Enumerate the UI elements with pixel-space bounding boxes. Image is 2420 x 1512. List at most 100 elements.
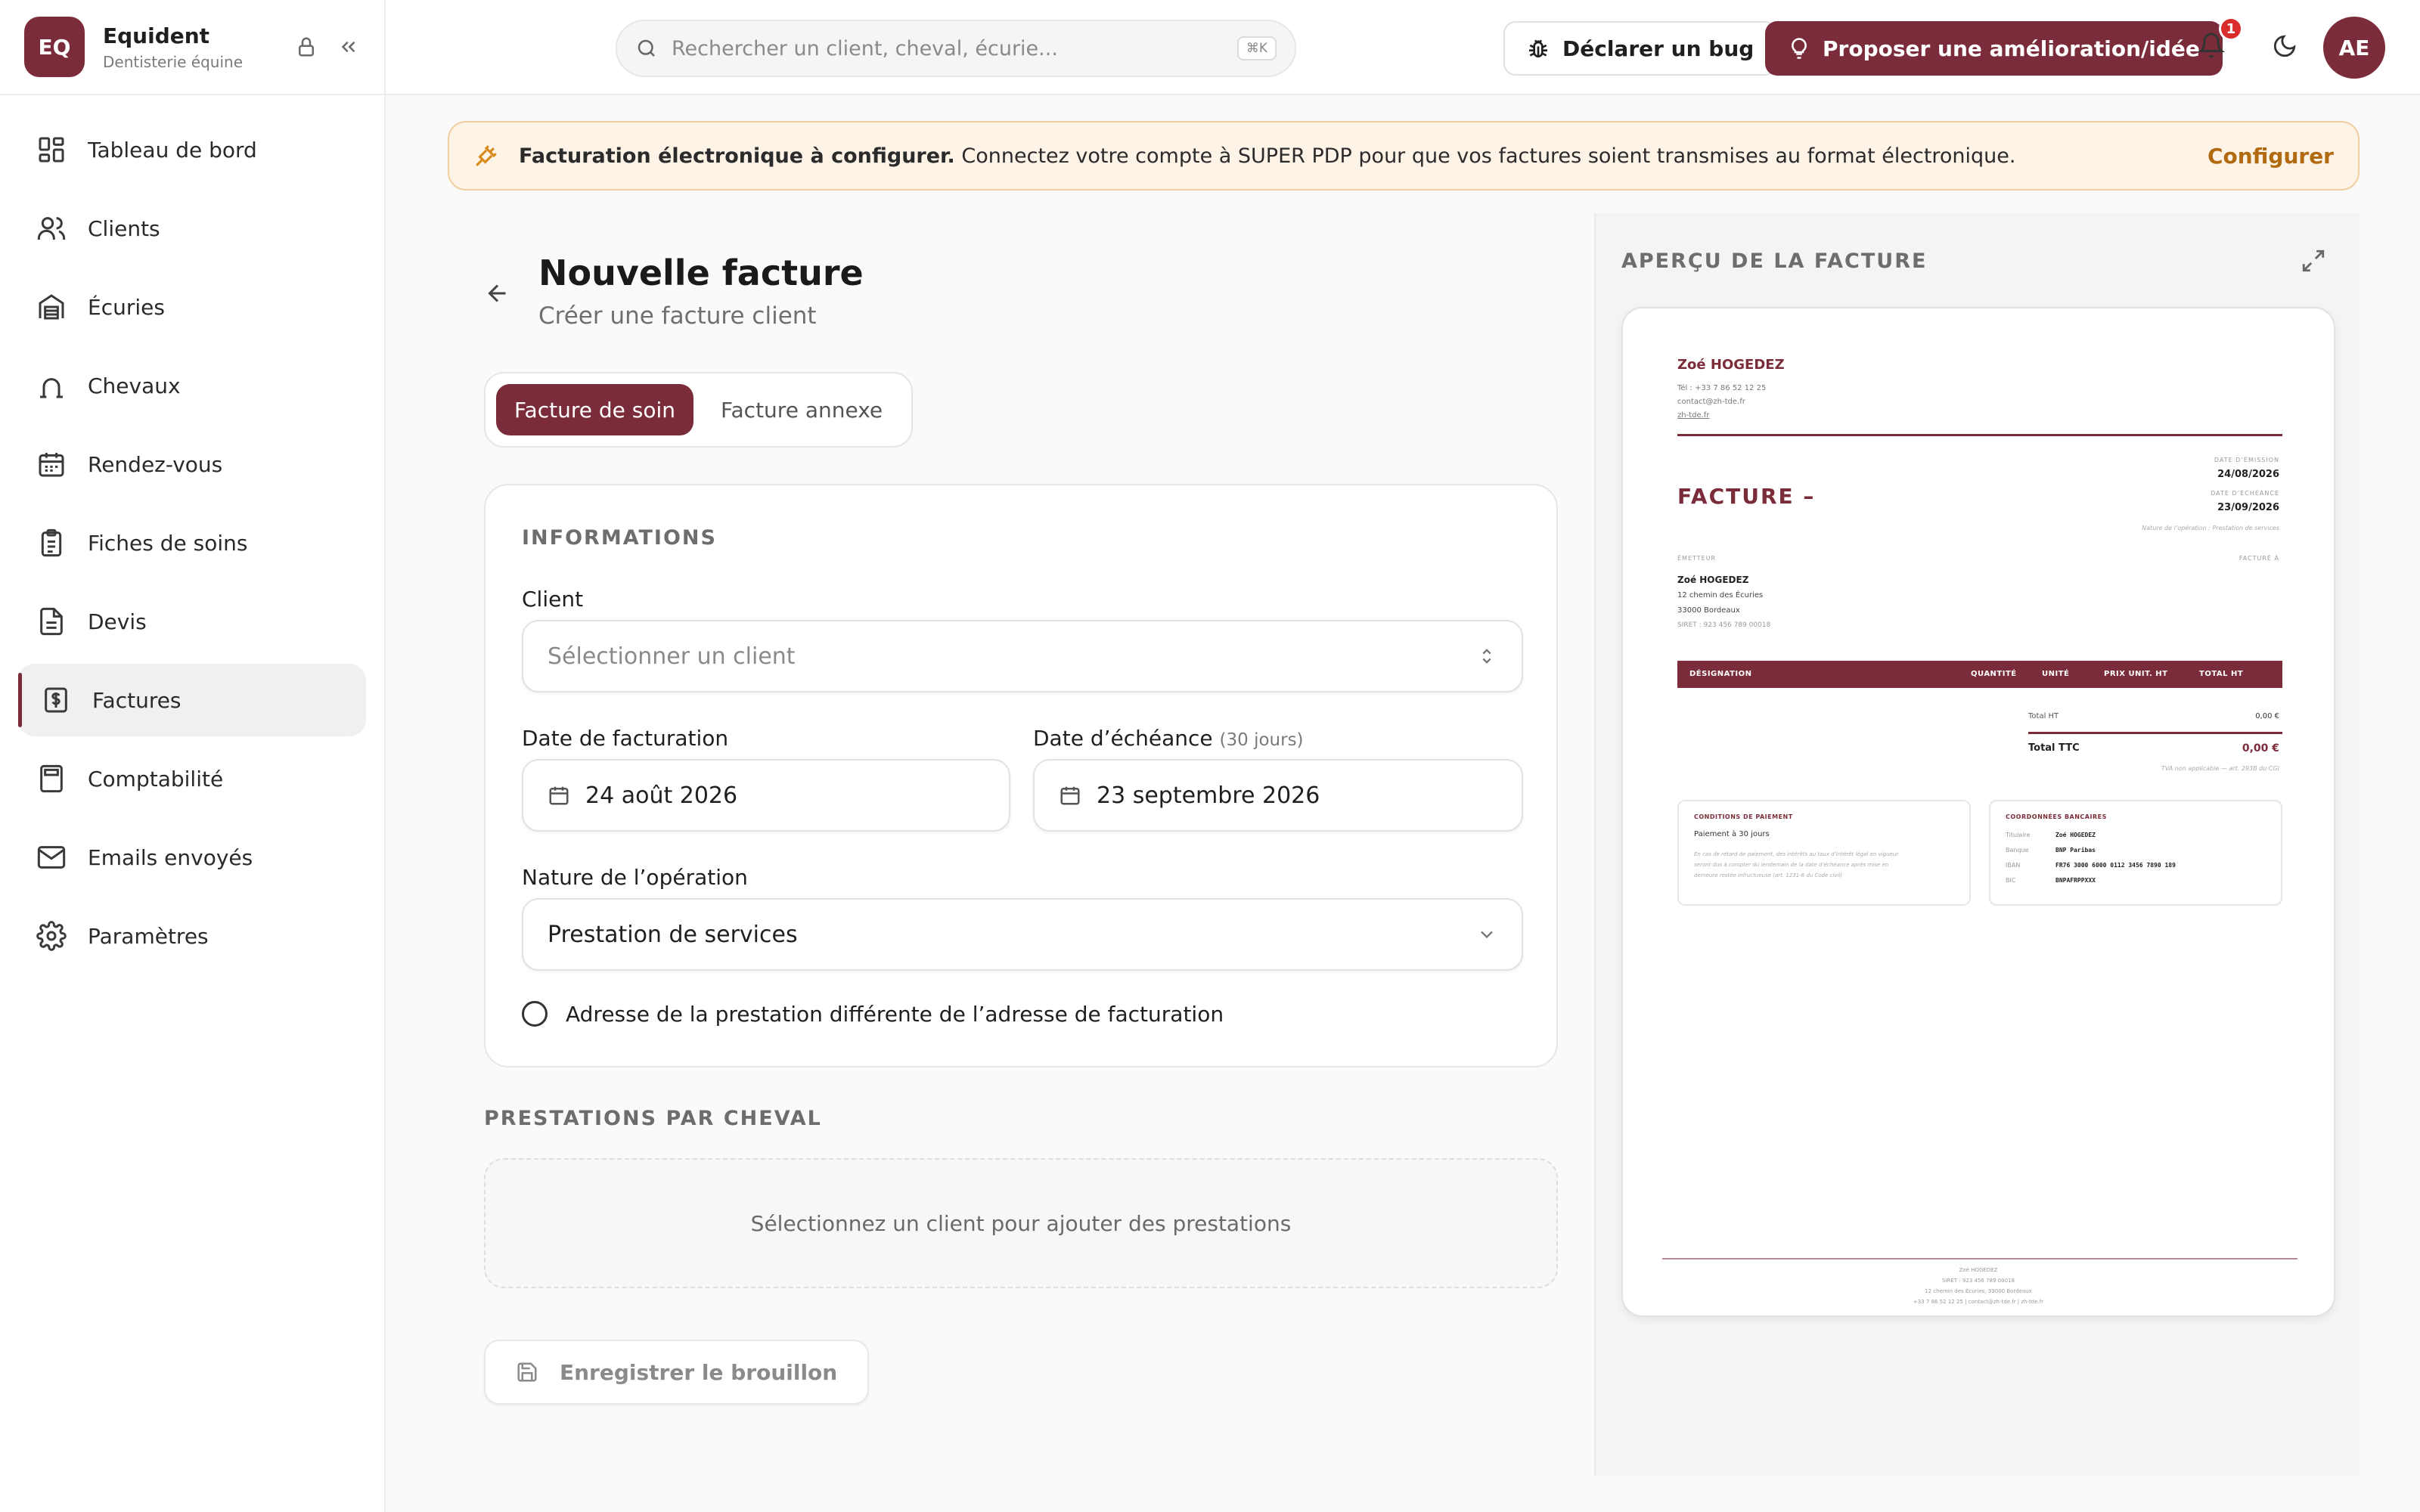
operation-nature-select[interactable]: Prestation de services [522, 898, 1523, 971]
doc-emitter-street: 12 chemin des Écuries [1677, 591, 1764, 600]
doc-col-total: TOTAL HT [2199, 670, 2244, 678]
brand-name: Equident [103, 23, 210, 48]
calculator-icon [40, 764, 63, 793]
bug-icon [1529, 39, 1547, 57]
doc-col-quantity: QUANTITÉ [1971, 670, 2017, 678]
back-arrow-icon[interactable] [484, 280, 511, 307]
doc-billed-to-label: FACTURÉ À [2238, 555, 2279, 562]
tab-annex-invoice[interactable]: Facture annexe [703, 384, 901, 435]
doc-heading-suffix: – [1803, 484, 1816, 509]
sidebar-item-label: Rendez-vous [88, 451, 223, 477]
sidebar-item-horses[interactable]: Chevaux [18, 349, 366, 422]
invoice-date-picker[interactable]: 24 août 2026 [522, 759, 1010, 832]
page-title: Nouvelle facture [538, 253, 864, 293]
sidebar-item-dashboard[interactable]: Tableau de bord [18, 113, 366, 186]
configure-link[interactable]: Configurer [2207, 144, 2334, 169]
doc-due-date: 23/09/2026 [2217, 502, 2279, 513]
lightbulb-icon [1792, 38, 1807, 59]
calendar-icon [1060, 786, 1080, 805]
banner-title: Facturation électronique à configurer. [519, 144, 955, 168]
banner-text: Facturation électronique à configurer. C… [519, 144, 2207, 168]
sidebar-item-appointments[interactable]: Rendez-vous [18, 428, 366, 500]
due-date-label: Date d’échéance (30 jours) [1033, 726, 1304, 751]
doc-issuer-phone: Tél : +33 7 86 52 12 25 [1677, 384, 1767, 392]
save-draft-button[interactable]: Enregistrer le brouillon [484, 1340, 870, 1405]
doc-due-date-label: DATE D’ÉCHÉANCE [2211, 490, 2279, 497]
different-address-option[interactable]: Adresse de la prestation différente de l… [522, 1001, 1224, 1027]
invoice-icon [45, 687, 67, 713]
search-shortcut-badge: ⌘K [1236, 36, 1277, 60]
due-date-label-text: Date d’échéance [1033, 726, 1213, 751]
doc-totals-rule [2028, 732, 2282, 734]
dark-mode-toggle-icon[interactable] [2272, 33, 2297, 59]
doc-bic: BNPAFRPPXXX [2055, 877, 2096, 884]
sidebar-item-settings[interactable]: Paramètres [18, 900, 366, 972]
plug-icon [473, 143, 499, 169]
sidebar-item-sent-emails[interactable]: Emails envoyés [18, 821, 366, 894]
save-draft-label: Enregistrer le brouillon [560, 1359, 838, 1385]
brand-logo[interactable]: EQ [24, 17, 85, 77]
stable-icon [39, 294, 64, 320]
doc-iban: FR76 3000 6000 0112 3456 7890 189 [2055, 862, 2176, 869]
doc-footer-line-1: Zoé HOGEDEZ [1959, 1267, 1998, 1273]
doc-vat-note: TVA non applicable — art. 293B du CGI [2161, 765, 2279, 772]
lock-icon[interactable] [295, 36, 318, 58]
doc-total-ttc-label: Total TTC [2028, 742, 2080, 754]
different-address-label: Adresse de la prestation différente de l… [566, 1001, 1224, 1027]
horseshoe-icon [40, 378, 63, 398]
sidebar-item-clients[interactable]: Clients [18, 192, 366, 265]
due-date-value: 23 septembre 2026 [1097, 782, 1320, 809]
sidebar-item-label: Écuries [88, 294, 165, 320]
section-title-informations: INFORMATIONS [522, 526, 717, 550]
sidebar-item-stables[interactable]: Écuries [18, 271, 366, 343]
sidebar-item-quotes[interactable]: Devis [18, 585, 366, 658]
brand-subtitle: Dentisterie équine [103, 52, 243, 71]
due-date-picker[interactable]: 23 septembre 2026 [1033, 759, 1523, 832]
sidebar-item-label: Chevaux [88, 373, 181, 398]
prestations-empty-message: Sélectionnez un client pour ajouter des … [750, 1210, 1292, 1236]
sidebar-item-invoices[interactable]: Factures [18, 664, 366, 736]
sidebar-item-care-sheets[interactable]: Fiches de soins [18, 507, 366, 579]
section-title-prestations: PRESTATIONS PAR CHEVAL [484, 1107, 822, 1130]
doc-table-header: DÉSIGNATION QUANTITÉ UNITÉ PRIX UNIT. HT… [1677, 661, 2282, 688]
gear-icon [36, 921, 67, 951]
clipboard-icon [41, 528, 62, 557]
doc-issuer-email: contact@zh-tde.fr [1677, 398, 1745, 406]
report-bug-button[interactable]: Déclarer un bug [1503, 21, 1777, 76]
doc-payment-title: CONDITIONS DE PAIEMENT [1694, 813, 1793, 820]
report-bug-label: Déclarer un bug [1562, 36, 1754, 61]
sidebar-item-label: Paramètres [88, 923, 209, 949]
operation-nature-label: Nature de l’opération [522, 865, 748, 890]
doc-payment-note-1: En cas de retard de paiement, des intérê… [1694, 851, 1899, 857]
user-avatar[interactable]: AE [2323, 17, 2385, 79]
different-address-radio[interactable] [522, 1001, 548, 1027]
sidebar-item-label: Tableau de bord [88, 137, 257, 163]
banner-message: Connectez votre compte à SUPER PDP pour … [961, 144, 2016, 168]
tab-care-invoice[interactable]: Facture de soin [496, 384, 693, 435]
suggest-idea-button[interactable]: Proposer une amélioration/idée [1765, 21, 2223, 76]
doc-issue-date-label: DATE D’ÉMISSION [2214, 457, 2279, 463]
client-select[interactable]: Sélectionner un client [522, 620, 1523, 692]
global-search[interactable]: ⌘K [616, 20, 1296, 77]
search-input[interactable] [672, 36, 1237, 60]
calendar-icon [39, 453, 64, 477]
sidebar-item-label: Emails envoyés [88, 844, 253, 870]
doc-emitter-name: Zoé HOGEDEZ [1677, 575, 1749, 585]
client-select-placeholder: Sélectionner un client [548, 643, 796, 670]
doc-bank-title: COORDONNÉES BANCAIRES [2006, 813, 2107, 820]
prestations-empty-state: Sélectionnez un client pour ajouter des … [484, 1158, 1558, 1288]
calendar-icon [549, 786, 569, 805]
doc-payment-box: CONDITIONS DE PAIEMENT Paiement à 30 jou… [1677, 800, 1971, 906]
collapse-sidebar-icon[interactable] [337, 36, 360, 58]
chevron-up-down-icon [1482, 649, 1491, 664]
document-icon [40, 607, 63, 636]
doc-total-ttc: 0,00 € [2242, 742, 2279, 754]
doc-bic-label: BIC [2006, 877, 2016, 884]
doc-bank-name-label: Banque [2006, 847, 2029, 854]
dashboard-icon [39, 137, 64, 163]
expand-icon[interactable] [2301, 248, 2326, 274]
doc-emitter-siret: SIRET : 923 456 789 00018 [1677, 621, 1771, 629]
doc-total-ht: 0,00 € [2255, 712, 2279, 720]
sidebar-item-accounting[interactable]: Comptabilité [18, 742, 366, 815]
doc-footer-line-2: SIRET : 923 456 789 00018 [1942, 1278, 2015, 1284]
